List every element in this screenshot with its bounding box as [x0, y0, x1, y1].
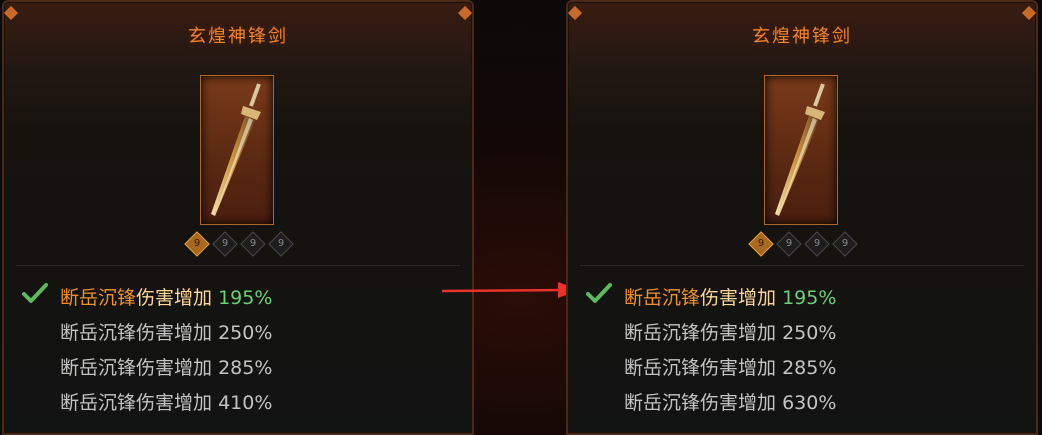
affix-row[interactable]: 断岳沉锋伤害增加 250%: [624, 318, 836, 345]
gem-socket-icon[interactable]: 9: [776, 231, 802, 257]
affix-row[interactable]: 断岳沉锋伤害增加 250%: [60, 318, 272, 345]
affix-row[interactable]: 断岳沉锋伤害增加 285%: [60, 353, 272, 380]
item-icon-frame[interactable]: [200, 75, 274, 225]
checkmark-icon: [22, 283, 48, 303]
frame-corner-ornament: [3, 5, 19, 21]
item-tooltip-before: 玄煌神锋剑 9 9 9 9 断岳沉锋伤害增加 195% 断岳沉锋伤害增加 250…: [2, 0, 474, 435]
gem-socket-icon[interactable]: 9: [184, 231, 210, 257]
affix-row[interactable]: 断岳沉锋伤害增加 630%: [624, 388, 836, 415]
gem-sockets: 9 9 9 9: [746, 231, 858, 257]
frame-corner-ornament: [1021, 5, 1037, 21]
section-divider: [580, 265, 1024, 266]
gem-sockets: 9 9 9 9: [182, 231, 294, 257]
section-divider: [16, 265, 460, 266]
sword-icon: [211, 83, 261, 216]
gem-socket-icon[interactable]: 9: [832, 231, 858, 257]
gem-socket-icon[interactable]: 9: [268, 231, 294, 257]
affix-row[interactable]: 断岳沉锋伤害增加 285%: [624, 353, 836, 380]
item-tooltip-after: 玄煌神锋剑 9 9 9 9 断岳沉锋伤害增加 195% 断岳沉锋伤害增加 250…: [566, 0, 1038, 435]
frame-corner-ornament: [457, 5, 473, 21]
frame-corner-ornament: [567, 5, 583, 21]
gem-socket-icon[interactable]: 9: [240, 231, 266, 257]
item-icon-frame[interactable]: [764, 75, 838, 225]
affix-row-selected[interactable]: 断岳沉锋伤害增加 195%: [624, 283, 836, 310]
gem-socket-icon[interactable]: 9: [748, 231, 774, 257]
sword-icon: [775, 83, 825, 216]
gem-socket-icon[interactable]: 9: [804, 231, 830, 257]
affix-row[interactable]: 断岳沉锋伤害增加 410%: [60, 388, 272, 415]
comparison-stage: 玄煌神锋剑 9 9 9 9 断岳沉锋伤害增加 195% 断岳沉锋伤害增加 250…: [0, 0, 1042, 435]
checkmark-icon: [586, 283, 612, 303]
item-title: 玄煌神锋剑: [752, 26, 852, 47]
arrow-right-icon: [441, 282, 580, 298]
gem-socket-icon[interactable]: 9: [212, 231, 238, 257]
item-title: 玄煌神锋剑: [188, 26, 288, 47]
affix-row-selected[interactable]: 断岳沉锋伤害增加 195%: [60, 283, 272, 310]
